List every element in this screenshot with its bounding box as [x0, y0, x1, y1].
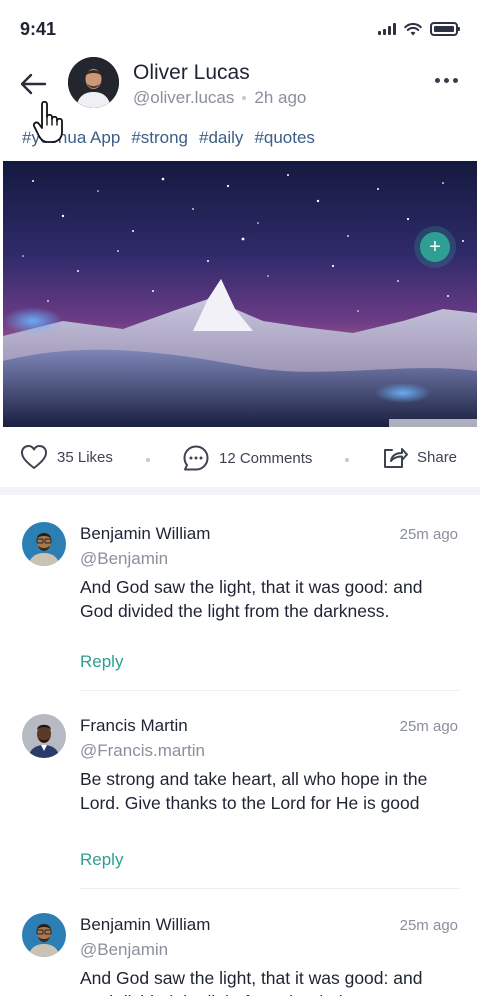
back-button[interactable] [16, 70, 50, 98]
comment-text: And God saw the light, that it was good:… [80, 968, 423, 996]
comment-divider [80, 888, 460, 889]
comment-text: Be strong and take heart, all who hope i… [80, 769, 428, 813]
meta-separator [242, 96, 247, 100]
battery-icon [430, 22, 460, 36]
comment-item: Francis Martin @Francis.martin 25m ago B… [0, 714, 480, 890]
likes-count: 35 Likes [57, 448, 113, 466]
more-options-button[interactable] [435, 78, 458, 83]
action-separator [146, 458, 150, 462]
author-handle[interactable]: @oliver.lucas [133, 88, 234, 108]
share-label: Share [417, 448, 458, 466]
commenter-handle[interactable]: @Benjamin [80, 549, 168, 569]
hand-cursor-icon [32, 100, 63, 143]
share-button[interactable]: Share [382, 444, 457, 470]
hashtag[interactable]: #daily [199, 128, 243, 148]
reply-button[interactable]: Reply [80, 652, 123, 672]
comment-divider [80, 690, 460, 691]
post-time: 2h ago [254, 88, 307, 107]
plus-icon: + [429, 236, 441, 258]
commenter-avatar[interactable] [22, 714, 66, 758]
comments-count: 12 Comments [219, 449, 313, 467]
post-image[interactable] [3, 161, 477, 427]
heart-icon [21, 445, 47, 469]
back-arrow-icon [20, 73, 47, 95]
commenter-name[interactable]: Francis Martin [80, 716, 188, 736]
author-avatar[interactable] [68, 57, 119, 108]
commenter-avatar[interactable] [22, 913, 66, 957]
author-meta: @oliver.lucas 2h ago [133, 88, 306, 108]
comment-time: 25m ago [399, 718, 458, 735]
action-separator [345, 458, 349, 462]
comment-time: 25m ago [399, 526, 458, 543]
comment-item: Benjamin William @Benjamin 25m ago And G… [0, 522, 480, 692]
commenter-name[interactable]: Benjamin William [80, 524, 210, 544]
hashtag[interactable]: #strong [131, 128, 188, 148]
section-divider [0, 487, 480, 495]
comments-button[interactable]: 12 Comments [182, 444, 312, 472]
commenter-handle[interactable]: @Benjamin [80, 940, 168, 960]
author-name[interactable]: Oliver Lucas [133, 61, 250, 85]
status-icons [378, 22, 460, 36]
comment-text: And God saw the light, that it was good:… [80, 577, 423, 621]
status-time: 9:41 [20, 19, 57, 39]
wifi-icon [404, 22, 422, 35]
commenter-handle[interactable]: @Francis.martin [80, 741, 205, 761]
commenter-avatar[interactable] [22, 522, 66, 566]
like-button[interactable]: 35 Likes [20, 444, 113, 470]
reply-button[interactable]: Reply [80, 850, 123, 870]
comment-item: Benjamin William @Benjamin 25m ago And G… [0, 913, 480, 996]
share-icon [384, 448, 408, 468]
comment-icon [183, 445, 209, 471]
add-button[interactable]: + [420, 232, 450, 262]
commenter-name[interactable]: Benjamin William [80, 915, 210, 935]
status-bar: 9:41 [0, 0, 480, 54]
post-action-bar: 35 Likes 12 Comments Share [0, 438, 480, 482]
hashtag[interactable]: #quotes [254, 128, 315, 148]
comment-time: 25m ago [399, 917, 458, 934]
signal-icon [378, 23, 396, 35]
